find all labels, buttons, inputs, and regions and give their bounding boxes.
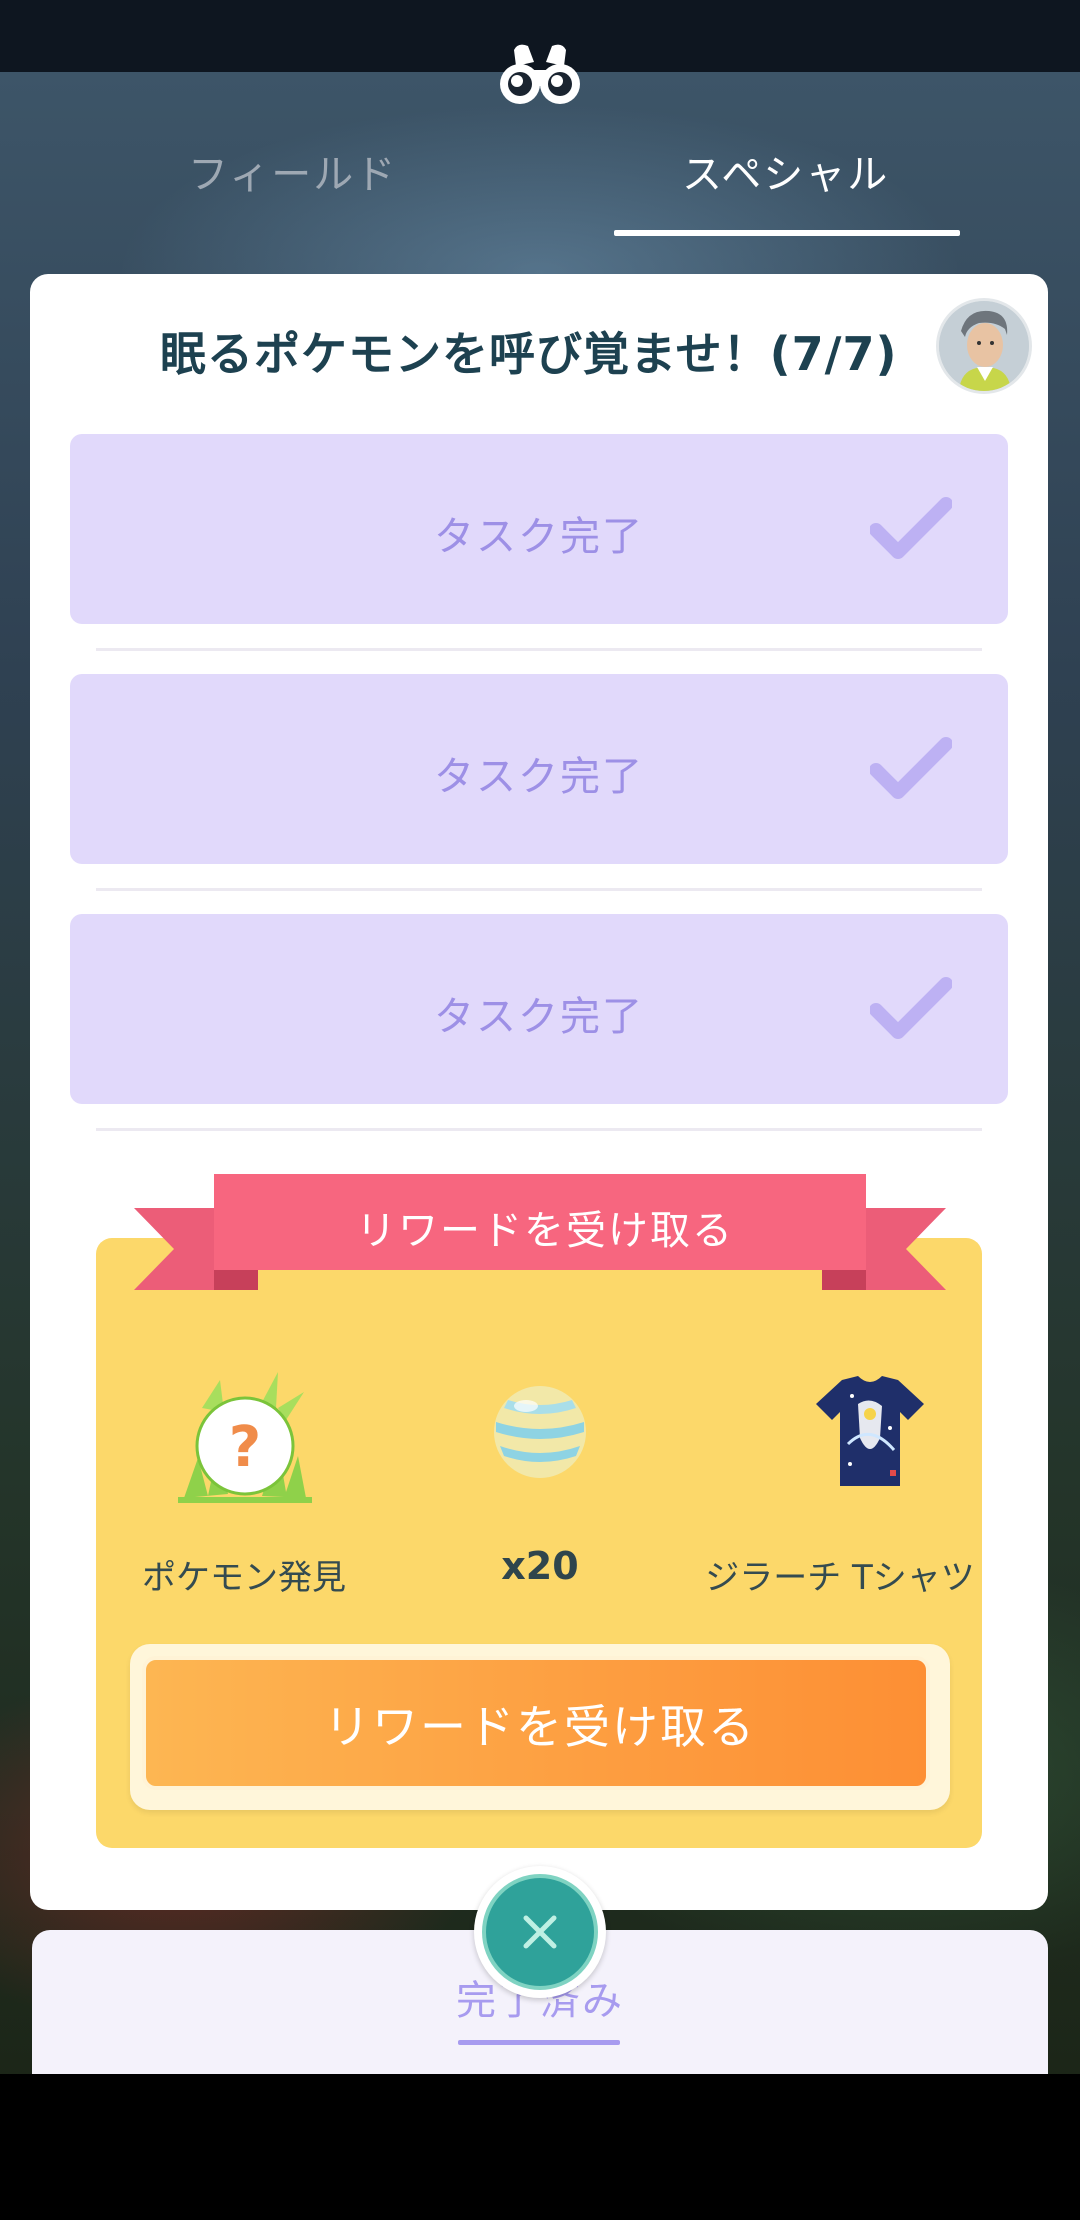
rare-candy-icon (494, 1386, 586, 1478)
check-icon (870, 497, 952, 559)
binoculars-icon (500, 44, 580, 104)
divider (96, 888, 982, 891)
close-icon (523, 1915, 557, 1949)
divider (96, 1128, 982, 1131)
svg-text:?: ? (229, 1415, 261, 1480)
claim-reward-button[interactable]: リワードを受け取る (130, 1644, 950, 1810)
claim-reward-button-label: リワードを受け取る (324, 1700, 756, 1754)
professor-avatar (936, 298, 1032, 394)
claim-reward-button-face[interactable]: リワードを受け取る (142, 1656, 930, 1790)
research-title: 眠るポケモンを呼び覚ませ！(7/7) (160, 327, 898, 381)
close-button[interactable] (474, 1866, 606, 1998)
close-button-face[interactable] (482, 1874, 598, 1990)
reward-label: x20 (501, 1544, 579, 1588)
reward-ribbon-label: リワードを受け取る (356, 1208, 734, 1254)
professor-avatar-image (939, 301, 1029, 391)
pokemon-encounter-icon: ? (178, 1372, 312, 1503)
task-item: タスク完了 (70, 434, 1008, 624)
divider (96, 648, 982, 651)
check-icon (870, 977, 952, 1039)
system-navigation-bar (0, 2074, 1080, 2220)
task-status-label: タスク完了 (434, 754, 644, 800)
tab-field[interactable]: フィールド (188, 142, 397, 200)
research-tabs: フィールド スペシャル (0, 120, 1080, 240)
completed-tab-indicator (458, 2040, 620, 2045)
task-status-label: タスク完了 (434, 514, 644, 560)
task-item: タスク完了 (70, 674, 1008, 864)
task-item: タスク完了 (70, 914, 1008, 1104)
jirachi-tshirt-icon (816, 1376, 924, 1486)
special-research-card: 眠るポケモンを呼び覚ませ！(7/7) タスク完了 タスク完了 タスク完了 ? ポ… (30, 274, 1048, 1910)
tab-special[interactable]: スペシャル (682, 142, 889, 200)
reward-label: ポケモン発見 (142, 1558, 346, 1598)
task-status-label: タスク完了 (434, 994, 644, 1040)
check-icon (870, 737, 952, 799)
reward-label: ジラーチ Tシャツ (705, 1558, 975, 1598)
active-tab-indicator (614, 230, 960, 236)
